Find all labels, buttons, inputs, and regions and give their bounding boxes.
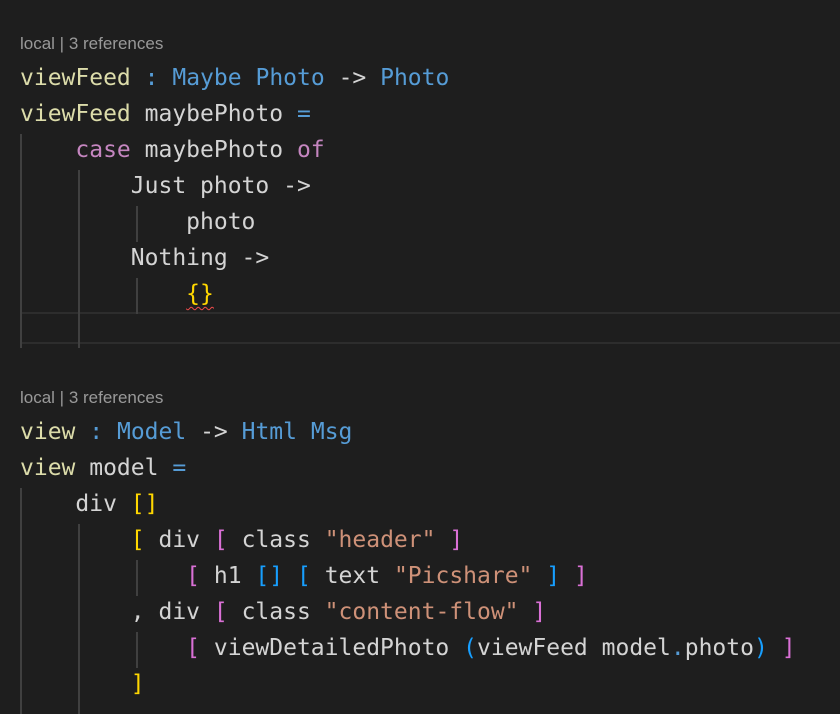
code-token: view (20, 455, 76, 481)
codelens-references[interactable]: local | 3 references (20, 384, 163, 412)
code-token: viewFeed (20, 65, 131, 91)
code-token: [ (186, 563, 201, 589)
code-line[interactable]: viewFeed maybePhoto = (20, 96, 311, 132)
code-token: "content-flow" (324, 599, 519, 625)
code-token: [ (130, 527, 145, 553)
code-token: maybePhoto (130, 101, 297, 127)
code-token: [ (186, 635, 201, 661)
indent-guide (20, 488, 22, 714)
code-line[interactable]: view model = (20, 450, 186, 486)
code-token: model (75, 455, 173, 481)
code-token: class (227, 527, 325, 553)
code-line[interactable]: viewFeed : Maybe Photo -> Photo (20, 60, 449, 96)
code-token: ] (532, 599, 547, 625)
code-token: div (144, 527, 214, 553)
indent-guide (136, 278, 138, 314)
code-token: , div (20, 599, 214, 625)
code-token: maybePhoto (130, 137, 297, 163)
code-token: Photo (380, 65, 450, 91)
code-token: [ (213, 599, 228, 625)
code-token: h1 (200, 563, 256, 589)
code-line[interactable]: Just photo -> (20, 168, 311, 204)
indent-guide (20, 134, 22, 348)
code-token: [] (255, 563, 284, 589)
indent-guide (136, 632, 138, 668)
current-line-highlight (20, 312, 840, 344)
code-token: of (296, 137, 325, 163)
code-line[interactable]: Nothing -> (20, 240, 269, 276)
code-token: viewDetailedPhoto (200, 635, 464, 661)
code-token: [ (296, 563, 311, 589)
code-line[interactable]: ] (20, 666, 145, 702)
code-token: Maybe (172, 65, 242, 91)
code-line[interactable]: case maybePhoto of (20, 132, 325, 168)
code-token: ] (449, 527, 464, 553)
code-token: Photo (255, 65, 325, 91)
code-line[interactable]: div [] (20, 486, 158, 522)
codelens-references[interactable]: local | 3 references (20, 30, 163, 58)
code-line[interactable]: [ div [ class "header" ] (20, 522, 463, 558)
code-token: photo (684, 635, 754, 661)
code-token: ( (463, 635, 477, 661)
code-token: [ (213, 527, 228, 553)
code-token: -> (186, 419, 242, 445)
code-line[interactable]: {} (20, 276, 214, 312)
code-token: = (172, 455, 187, 481)
code-token: ] (574, 563, 588, 589)
code-token: [] (130, 491, 159, 517)
code-line[interactable]: , div [ class "content-flow" ] (20, 594, 547, 630)
code-token: "header" (324, 527, 436, 553)
code-token: Nothing -> (20, 245, 270, 271)
code-token: text (310, 563, 394, 589)
code-token: class (227, 599, 325, 625)
code-token: Model (116, 419, 187, 445)
code-token: "Picshare" (393, 563, 533, 589)
indent-guide (78, 524, 80, 714)
code-token: Msg (310, 419, 353, 445)
code-token: Just photo -> (20, 173, 311, 199)
code-line[interactable]: [ h1 [] [ text "Picshare" ] ] (20, 558, 588, 594)
code-token: ] (546, 563, 561, 589)
code-token: case (75, 137, 131, 163)
code-token: -> (324, 65, 381, 91)
code-token: = (296, 101, 311, 127)
code-token: ] (781, 635, 796, 661)
code-token: ] (130, 671, 145, 697)
code-token: ) (753, 635, 768, 661)
code-token: : (89, 419, 104, 445)
indent-guide (136, 560, 138, 596)
code-token: {} (186, 281, 214, 307)
code-line[interactable]: view : Model -> Html Msg (20, 414, 352, 450)
code-token: div (20, 491, 131, 517)
code-token: . (670, 635, 685, 661)
code-token: viewFeed model (477, 635, 671, 661)
indent-guide (78, 170, 80, 348)
code-token: Html (241, 419, 297, 445)
code-editor[interactable]: local | 3 references local | 3 reference… (0, 0, 840, 714)
code-token: view (20, 419, 76, 445)
code-token: viewFeed (20, 101, 131, 127)
indent-guide (136, 206, 138, 242)
code-token: : (144, 65, 159, 91)
